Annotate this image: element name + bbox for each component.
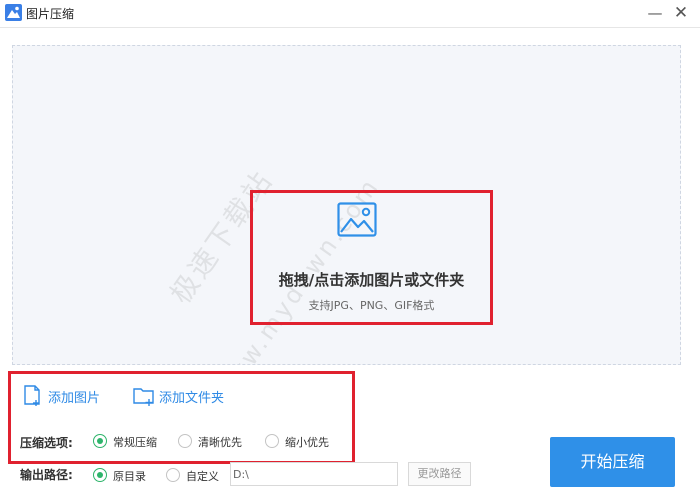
radio-clarity-first[interactable]: 清晰优先: [178, 433, 258, 451]
minimize-button[interactable]: —: [644, 2, 666, 24]
drop-title: 拖拽/点击添加图片或文件夹: [278, 271, 465, 289]
close-button[interactable]: ✕: [670, 2, 692, 24]
radio-label: 常规压缩: [113, 436, 157, 449]
window-title: 图片压缩: [26, 7, 75, 21]
radio-original-directory[interactable]: 原目录: [93, 467, 158, 485]
title-bar: 图片压缩 — ✕: [0, 0, 700, 28]
radio-label: 原目录: [113, 470, 146, 483]
drop-target-highlight[interactable]: 拖拽/点击添加图片或文件夹 支持JPG、PNG、GIF格式: [250, 190, 493, 325]
add-image-button[interactable]: 添加图片: [22, 385, 112, 407]
radio-custom-directory[interactable]: 自定义: [166, 467, 228, 485]
radio-label: 清晰优先: [198, 436, 242, 449]
add-image-label: 添加图片: [48, 391, 101, 406]
add-folder-icon: [133, 388, 154, 406]
radio-dot: [265, 434, 279, 448]
add-folder-button[interactable]: 添加文件夹: [133, 385, 243, 407]
output-path-input[interactable]: [230, 462, 398, 486]
output-path-label: 输出路径:: [20, 468, 73, 482]
start-compress-button[interactable]: 开始压缩: [550, 437, 675, 487]
radio-dot: [93, 434, 107, 448]
radio-size-first[interactable]: 缩小优先: [265, 433, 345, 451]
add-folder-label: 添加文件夹: [159, 391, 225, 406]
add-image-icon: [24, 385, 40, 406]
app-logo-icon: [5, 4, 22, 21]
radio-normal-compression[interactable]: 常规压缩: [93, 433, 173, 451]
radio-dot: [93, 468, 107, 482]
compression-options-label: 压缩选项:: [20, 436, 73, 450]
image-icon: [337, 202, 377, 237]
radio-dot: [178, 434, 192, 448]
change-path-button[interactable]: 更改路径: [408, 462, 471, 486]
radio-dot: [166, 468, 180, 482]
radio-label: 自定义: [186, 470, 219, 483]
radio-label: 缩小优先: [285, 436, 329, 449]
drop-subtitle: 支持JPG、PNG、GIF格式: [308, 299, 435, 312]
drop-zone[interactable]: 极速下载站 www.mydown.com 拖拽/点击添加图片或文件夹 支持JPG…: [12, 45, 681, 365]
